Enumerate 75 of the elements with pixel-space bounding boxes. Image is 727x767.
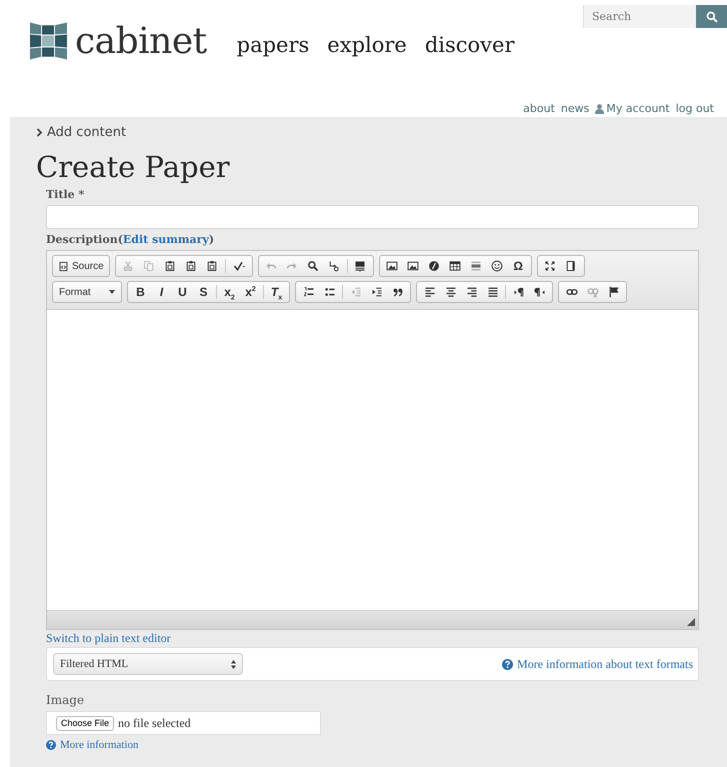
clipboard-icon bbox=[206, 260, 218, 272]
breadcrumb-link[interactable]: Add content bbox=[47, 125, 126, 140]
lines-icon bbox=[354, 260, 366, 272]
logo-icon bbox=[30, 20, 67, 62]
image-icon bbox=[386, 260, 398, 272]
source-button[interactable]: Source bbox=[55, 257, 107, 275]
edit-summary-link[interactable]: Edit summary bbox=[122, 233, 209, 246]
indent-icon bbox=[370, 286, 382, 298]
copy-icon bbox=[143, 260, 156, 272]
help-icon bbox=[46, 740, 56, 750]
toolbar-button[interactable]: x$_{2}$ bbox=[219, 283, 240, 301]
circle-icon bbox=[428, 260, 440, 272]
nav-link[interactable]: papers bbox=[236, 33, 310, 57]
chevron-icon bbox=[36, 128, 43, 137]
image-label: Image bbox=[46, 693, 84, 707]
align-center-icon bbox=[444, 286, 456, 298]
replace-icon bbox=[328, 260, 340, 272]
resize-handle-icon[interactable] bbox=[687, 618, 695, 626]
horizontal-lines-icon bbox=[470, 260, 482, 272]
page-title: Create Paper bbox=[36, 150, 231, 184]
scissors-icon bbox=[122, 260, 134, 272]
title-field[interactable] bbox=[46, 205, 699, 229]
align-right-icon bbox=[466, 286, 478, 298]
search-field[interactable]: Search bbox=[583, 5, 696, 28]
maximize-icon bbox=[544, 260, 556, 272]
toolbar-button[interactable]: S bbox=[193, 283, 214, 301]
document-icon bbox=[58, 260, 69, 272]
toolbar-button[interactable]: B bbox=[130, 283, 151, 301]
search-icon bbox=[307, 260, 320, 272]
switch-editor-link[interactable]: Switch to plain text editor bbox=[46, 631, 171, 646]
search-icon bbox=[706, 10, 718, 22]
align-left-icon bbox=[424, 286, 436, 298]
quote-icon bbox=[392, 286, 404, 298]
image-icon bbox=[407, 260, 420, 272]
toolbar-button[interactable]: Ω bbox=[508, 257, 529, 275]
file-status: no file selected bbox=[118, 716, 191, 730]
nav-link[interactable]: discover bbox=[424, 33, 515, 57]
updown-caret-icon bbox=[231, 660, 236, 668]
help-link[interactable]: More information bbox=[46, 739, 139, 751]
toolbar-button[interactable]: T$_{x}$ bbox=[266, 283, 287, 301]
clipboard-icon bbox=[185, 260, 198, 272]
justify-icon bbox=[486, 286, 498, 298]
paragraph-icon bbox=[512, 286, 524, 298]
user-icon bbox=[595, 104, 604, 114]
format-dropdown[interactable]: Format bbox=[55, 283, 119, 301]
description-label: Description(Edit summary) bbox=[46, 233, 214, 246]
outdent-icon bbox=[350, 286, 362, 298]
text-format-select[interactable]: Filtered HTML bbox=[53, 653, 243, 675]
caret-icon bbox=[109, 290, 115, 294]
redo-icon bbox=[286, 260, 298, 272]
user-link[interactable]: log out bbox=[676, 102, 714, 115]
title-label: Title * bbox=[46, 188, 84, 201]
nav-link[interactable]: explore bbox=[327, 33, 407, 57]
help-link[interactable]: More information about text formats bbox=[502, 656, 693, 672]
help-icon bbox=[502, 658, 514, 670]
toolbar-button[interactable]: U bbox=[172, 283, 193, 301]
link-icon bbox=[566, 286, 578, 298]
page-icon bbox=[565, 260, 578, 272]
search-button[interactable] bbox=[696, 5, 727, 28]
clipboard-icon bbox=[164, 260, 176, 272]
toolbar-button[interactable]: I bbox=[151, 283, 172, 301]
paragraph-icon bbox=[534, 286, 546, 298]
unlink-icon bbox=[586, 286, 598, 298]
toolbar-button[interactable]: x$^{2}$ bbox=[240, 283, 261, 301]
site-name[interactable]: cabinet bbox=[75, 20, 207, 62]
user-link[interactable]: My account bbox=[595, 102, 670, 115]
file-field[interactable]: Choose File no file selected bbox=[46, 711, 321, 735]
user-link[interactable]: news bbox=[560, 102, 590, 115]
bulleted-list-icon bbox=[324, 286, 336, 298]
table-icon bbox=[449, 260, 462, 272]
choose-file-button[interactable]: Choose File bbox=[56, 716, 114, 730]
numbered-list-icon bbox=[302, 286, 314, 298]
user-link[interactable]: about bbox=[523, 102, 555, 115]
smiley-icon bbox=[491, 260, 504, 272]
flag-icon bbox=[608, 286, 620, 298]
